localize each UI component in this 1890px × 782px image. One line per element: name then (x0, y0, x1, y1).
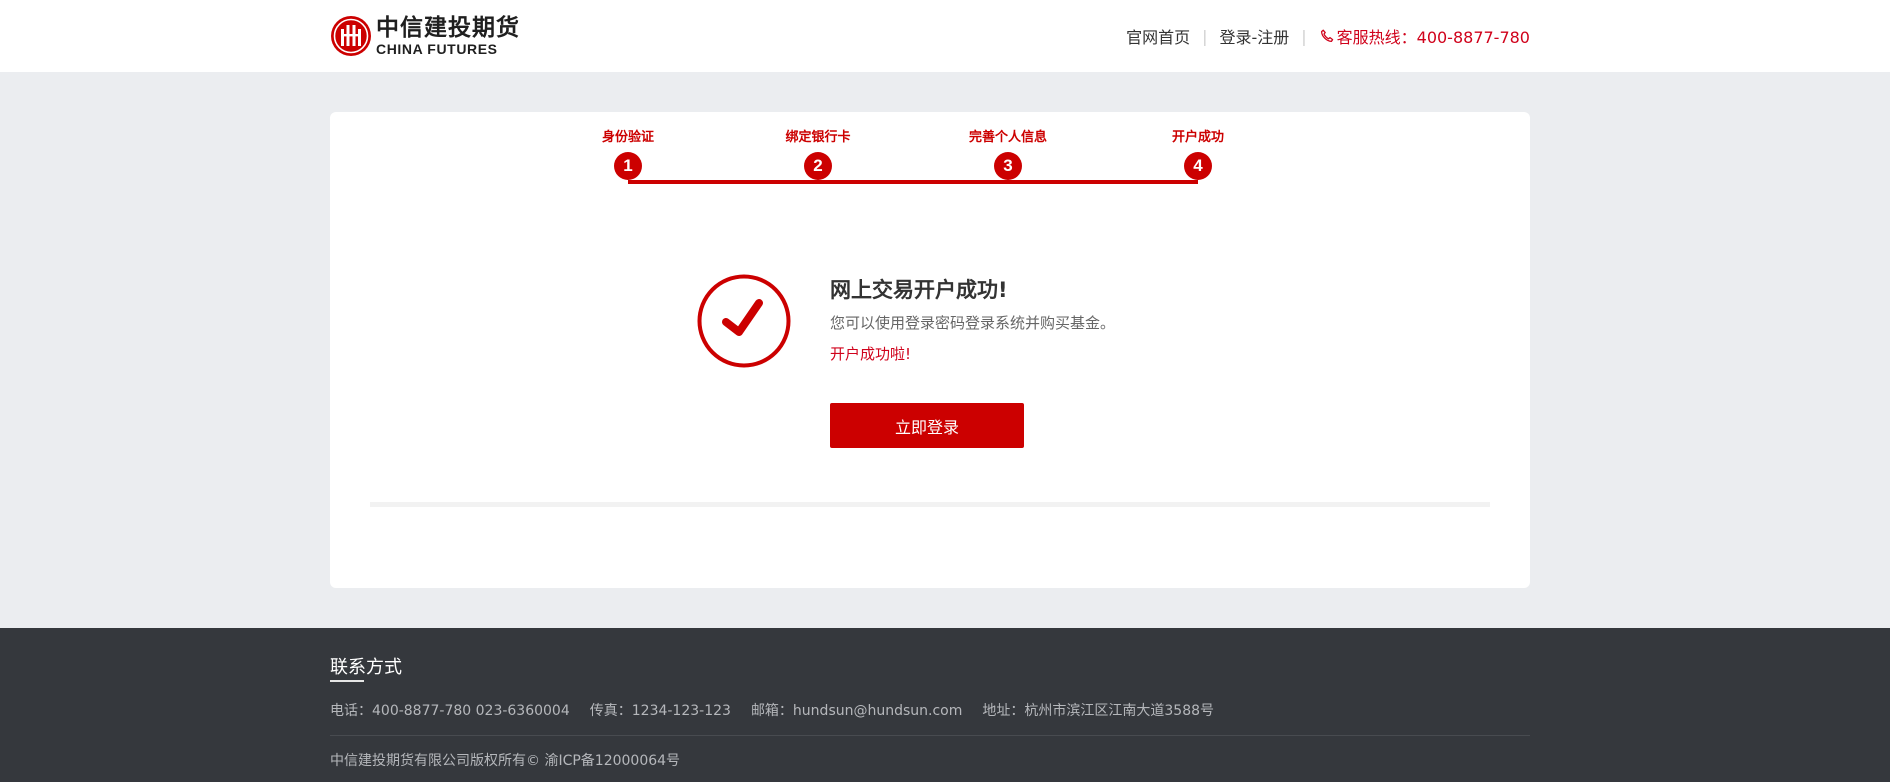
step-identity-verification: 身份验证 1 (568, 128, 688, 180)
citic-logo-icon (331, 16, 371, 56)
step-number: 4 (1184, 152, 1212, 180)
brand-logo[interactable]: 中信建投期货 CHINA FUTURES (330, 14, 520, 58)
step-label: 完善个人信息 (968, 130, 1047, 145)
step-personal-info: 完善个人信息 3 (948, 128, 1068, 180)
nav-home-link[interactable]: 官网首页 (1126, 24, 1190, 48)
step-number: 2 (804, 152, 832, 180)
success-title: 网上交易开户成功! (830, 278, 1008, 302)
footer-divider (330, 735, 1530, 736)
check-circle-icon (697, 274, 791, 368)
hotline-text: 客服热线：400-8877-780 (1336, 28, 1530, 47)
step-bind-bank-card: 绑定银行卡 2 (758, 128, 878, 180)
step-label: 开户成功 (1171, 130, 1224, 145)
phone-icon (1320, 29, 1333, 43)
step-number: 3 (994, 152, 1022, 180)
success-description: 您可以使用登录密码登录系统并购买基金。 (830, 314, 1116, 332)
step-label: 绑定银行卡 (785, 130, 851, 145)
nav-login-register-link[interactable]: 登录-注册 (1219, 24, 1289, 48)
site-header: 中信建投期货 CHINA FUTURES 官网首页 | 登录-注册 | 客服热线… (0, 0, 1890, 72)
step-account-opened: 开户成功 4 (1138, 128, 1258, 180)
login-now-button[interactable]: 立即登录 (830, 403, 1024, 448)
footer-phone: 电话：400-8877-780 023-6360004 (330, 703, 570, 719)
main-card: 身份验证 1 绑定银行卡 2 完善个人信息 3 开户成功 4 网上交易开户成功!… (330, 112, 1530, 588)
steps-connector-line (628, 180, 1198, 184)
top-nav: 官网首页 | 登录-注册 | 客服热线：400-8877-780 (1126, 23, 1530, 49)
logo-text: 中信建投期货 CHINA FUTURES (376, 16, 520, 56)
footer-fax: 传真：1234-123-123 (589, 703, 731, 719)
progress-steps: 身份验证 1 绑定银行卡 2 完善个人信息 3 开户成功 4 (330, 128, 1530, 188)
footer-title-underline (330, 680, 364, 682)
card-divider (370, 502, 1490, 507)
footer-address: 地址：杭州市滨江区江南大道3588号 (982, 703, 1215, 719)
logo-chinese-name: 中信建投期货 (376, 14, 520, 41)
footer-email: 邮箱：hundsun@hundsun.com (750, 703, 963, 719)
nav-separator: | (1202, 26, 1208, 46)
customer-hotline: 客服热线：400-8877-780 (1319, 24, 1530, 48)
logo-english-name: CHINA FUTURES (376, 41, 498, 57)
step-number: 1 (614, 152, 642, 180)
footer-contact-info: 电话：400-8877-780 023-6360004 传真：1234-123-… (330, 700, 1234, 720)
success-note: 开户成功啦! (830, 345, 912, 363)
footer-contact-title: 联系方式 (330, 657, 402, 678)
footer-copyright: 中信建投期货有限公司版权所有© 渝ICP备12000064号 (330, 753, 681, 769)
step-label: 身份验证 (601, 130, 654, 145)
nav-separator: | (1301, 26, 1307, 46)
site-footer: 联系方式 电话：400-8877-780 023-6360004 传真：1234… (0, 628, 1890, 782)
